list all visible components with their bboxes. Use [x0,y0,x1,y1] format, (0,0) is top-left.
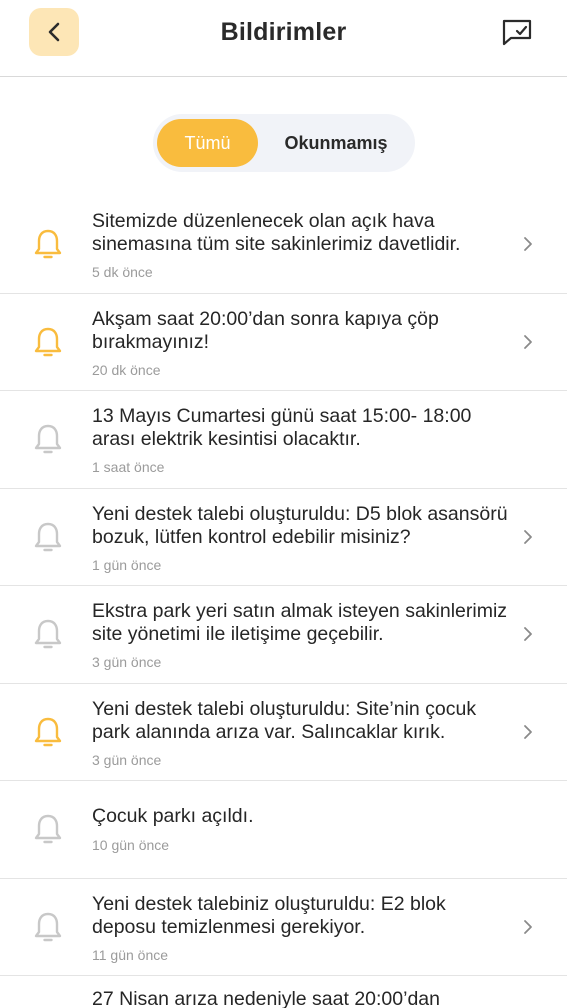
notification-message: Sitemizde düzenlenecek olan açık hava si… [92,210,461,255]
notification-message: Yeni destek talebi oluşturuldu: D5 blok … [92,502,508,548]
bell-icon [34,327,62,356]
chevron-right-icon [524,529,532,544]
notification-time: 10 gün önce [92,837,170,853]
tab-unread[interactable]: Okunmamış [263,119,409,167]
tab-all[interactable]: Tümü [157,119,258,167]
chevron-right-icon [524,724,532,739]
notification-message: Akşam saat 20:00’dan sonra kapıya çöp bı… [92,307,439,353]
notification-message: Çocuk parkı açıldı. [92,805,254,827]
notification-item[interactable]: 13 Mayıs Cumartesi günü saat 15:00- 18:0… [0,391,567,489]
mark-all-read-button[interactable] [499,16,535,48]
notification-item[interactable]: Yeni destek talebiniz oluşturuldu: E2 bl… [0,879,567,976]
notification-time: 20 dk önce [92,361,161,378]
notification-item[interactable]: Ekstra park yeri satın almak isteyen sak… [0,586,567,684]
notification-message: Ekstra park yeri satın almak isteyen sak… [92,600,508,645]
notification-item[interactable]: 27 Nisan arıza nedeniyle saat 20:00’dan [0,976,567,1008]
page-title: Bildirimler [220,18,347,46]
notification-item[interactable]: Yeni destek talebi oluşturuldu: D5 blok … [0,489,567,586]
notification-time: 3 gün önce [92,751,162,768]
filter-tabs: Tümü Okunmamış [153,114,415,172]
bell-icon [34,912,62,941]
chevron-right-icon [524,334,532,349]
notification-time: 5 dk önce [92,264,153,280]
bell-icon [34,230,62,259]
notification-item[interactable]: Akşam saat 20:00’dan sonra kapıya çöp bı… [0,294,567,391]
bell-icon [34,522,62,551]
bell-icon [34,425,62,454]
chevron-right-icon [524,237,532,252]
bell-icon [34,620,62,649]
notification-message: Yeni destek talebiniz oluşturuldu: E2 bl… [92,892,446,938]
notification-message: 13 Mayıs Cumartesi günü saat 15:00- 18:0… [92,405,472,450]
notification-time: 3 gün önce [92,654,162,670]
notification-item[interactable]: Yeni destek talebi oluşturuldu: Site’nin… [0,684,567,781]
bell-icon [34,815,62,844]
bell-icon [34,717,62,746]
notification-message: 27 Nisan arıza nedeniyle saat 20:00’dan [92,988,440,1008]
notification-item[interactable]: Sitemizde düzenlenecek olan açık hava si… [0,196,567,294]
notification-list: Sitemizde düzenlenecek olan açık hava si… [0,196,567,1008]
header-bar: Bildirimler [0,0,567,77]
message-check-icon [502,19,532,46]
chevron-right-icon [524,919,532,934]
chevron-right-icon [524,627,532,642]
notification-time: 11 gün önce [92,946,169,963]
notification-message: Yeni destek talebi oluşturuldu: Site’nin… [92,697,477,743]
notification-time: 1 saat önce [92,459,165,475]
notification-time: 1 gün önce [92,556,162,573]
notification-item[interactable]: Çocuk parkı açıldı. 10 gün önce [0,781,567,879]
